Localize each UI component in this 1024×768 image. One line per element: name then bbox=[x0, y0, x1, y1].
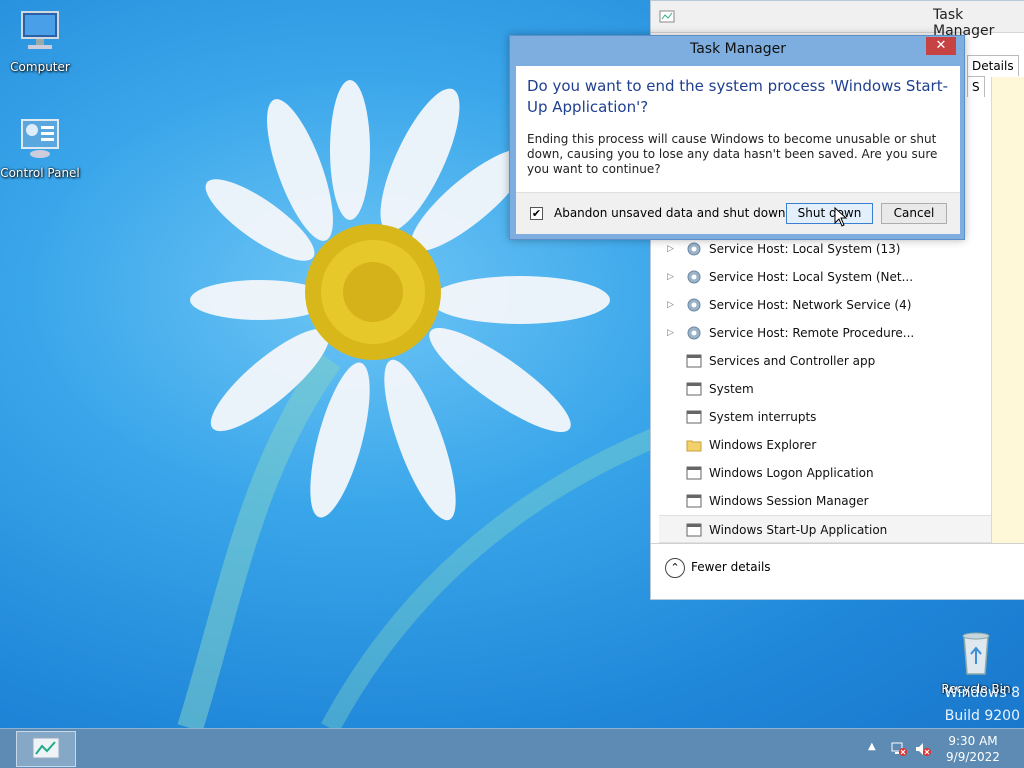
process-row[interactable]: ▷ Service Host: Network Service (4) bbox=[659, 291, 991, 319]
task-manager-titlebar[interactable]: Task Manager bbox=[651, 1, 1024, 39]
process-list: ▷ Service Host: Local System (13) ▷ Service… bbox=[659, 235, 991, 543]
task-manager-taskbar-icon bbox=[32, 737, 60, 759]
process-name: Windows Explorer bbox=[709, 438, 817, 452]
cancel-button[interactable]: Cancel bbox=[881, 203, 947, 224]
process-row[interactable]: System interrupts bbox=[659, 403, 991, 431]
process-row[interactable]: Services and Controller app bbox=[659, 347, 991, 375]
process-name: Windows Logon Application bbox=[709, 466, 874, 480]
cpu-column-highlight bbox=[991, 77, 1024, 543]
process-name: System bbox=[709, 382, 754, 396]
gear-icon bbox=[687, 298, 701, 312]
process-row[interactable]: Windows Explorer bbox=[659, 431, 991, 459]
clock-date: 9/9/2022 bbox=[946, 750, 1000, 764]
window-icon bbox=[686, 466, 702, 480]
window-icon bbox=[686, 494, 702, 508]
process-row[interactable]: Windows Session Manager bbox=[659, 487, 991, 515]
process-name: Service Host: Remote Procedure... bbox=[709, 326, 915, 340]
show-hidden-icons-button[interactable]: ▲ bbox=[868, 741, 876, 752]
window-icon bbox=[686, 382, 702, 396]
end-process-dialog[interactable]: Task Manager ✕ Do you want to end the sy… bbox=[509, 35, 965, 240]
fewer-details-link[interactable]: Fewer details bbox=[691, 560, 771, 574]
build-watermark-build: Build 9200 bbox=[944, 708, 1020, 724]
mouse-cursor-icon bbox=[834, 207, 848, 227]
dialog-body: Do you want to end the system process 'W… bbox=[516, 66, 960, 234]
gear-icon bbox=[687, 242, 701, 256]
control-panel-icon bbox=[21, 119, 59, 158]
recycle-bin-icon bbox=[962, 632, 990, 675]
process-name: Services and Controller app bbox=[709, 354, 876, 368]
process-name: Service Host: Network Service (4) bbox=[709, 298, 912, 312]
gear-icon bbox=[687, 270, 701, 284]
system-clock[interactable]: 9:30 AM 9/9/2022 bbox=[942, 733, 1004, 765]
window-icon bbox=[686, 523, 702, 537]
process-row[interactable]: Windows Start-Up Application bbox=[659, 515, 991, 543]
desktop-icon-control-panel[interactable]: Control Panel bbox=[0, 114, 80, 180]
expand-chevron-icon[interactable]: ▷ bbox=[667, 319, 674, 347]
task-manager-app-icon bbox=[659, 10, 675, 23]
process-name: Windows Session Manager bbox=[709, 494, 869, 508]
window-icon bbox=[686, 410, 702, 424]
task-manager-footer: ⌃ Fewer details bbox=[651, 543, 1024, 593]
taskbar-task-manager-button[interactable] bbox=[16, 731, 76, 767]
expand-chevron-icon[interactable]: ▷ bbox=[667, 263, 674, 291]
shut-down-button[interactable]: Shut down bbox=[786, 203, 873, 224]
tab-services[interactable]: S bbox=[967, 76, 985, 97]
gear-icon bbox=[687, 326, 701, 340]
desktop-icon-label: Computer bbox=[10, 60, 70, 74]
desktop-icon-computer[interactable]: Computer bbox=[0, 8, 80, 74]
process-row[interactable]: Windows Logon Application bbox=[659, 459, 991, 487]
clock-time: 9:30 AM bbox=[948, 734, 998, 748]
expand-chevron-icon[interactable]: ▷ bbox=[667, 291, 674, 319]
folder-icon bbox=[686, 440, 702, 452]
process-name: System interrupts bbox=[709, 410, 817, 424]
process-row[interactable]: ▷ Service Host: Local System (Net... bbox=[659, 263, 991, 291]
dialog-title: Task Manager bbox=[689, 41, 787, 57]
process-row[interactable]: System bbox=[659, 375, 991, 403]
process-name: Service Host: Local System (Net... bbox=[709, 270, 914, 284]
process-name: Windows Start-Up Application bbox=[709, 523, 888, 537]
volume-muted-icon[interactable] bbox=[914, 741, 932, 757]
chevron-up-icon[interactable]: ⌃ bbox=[665, 558, 685, 578]
dialog-button-bar: ✔ Abandon unsaved data and shut down. Sh… bbox=[516, 192, 960, 234]
close-button[interactable]: ✕ bbox=[926, 37, 956, 55]
taskbar: ▲ 9:30 AM 9/9/2022 bbox=[0, 728, 1024, 768]
dialog-heading: Do you want to end the system process 'W… bbox=[527, 77, 948, 116]
build-watermark-edition: Windows 8 bbox=[944, 685, 1020, 701]
computer-icon bbox=[21, 11, 59, 49]
window-icon bbox=[686, 354, 702, 368]
abandon-data-label[interactable]: Abandon unsaved data and shut down. bbox=[554, 206, 789, 220]
tab-details[interactable]: Details bbox=[967, 55, 1019, 76]
dialog-message: Ending this process will cause Windows t… bbox=[527, 132, 938, 176]
process-row[interactable]: ▷ Service Host: Remote Procedure... bbox=[659, 319, 991, 347]
network-disconnected-icon[interactable] bbox=[890, 741, 908, 757]
abandon-data-checkbox[interactable]: ✔ bbox=[530, 207, 543, 220]
desktop-icon-label: Control Panel bbox=[0, 166, 80, 180]
